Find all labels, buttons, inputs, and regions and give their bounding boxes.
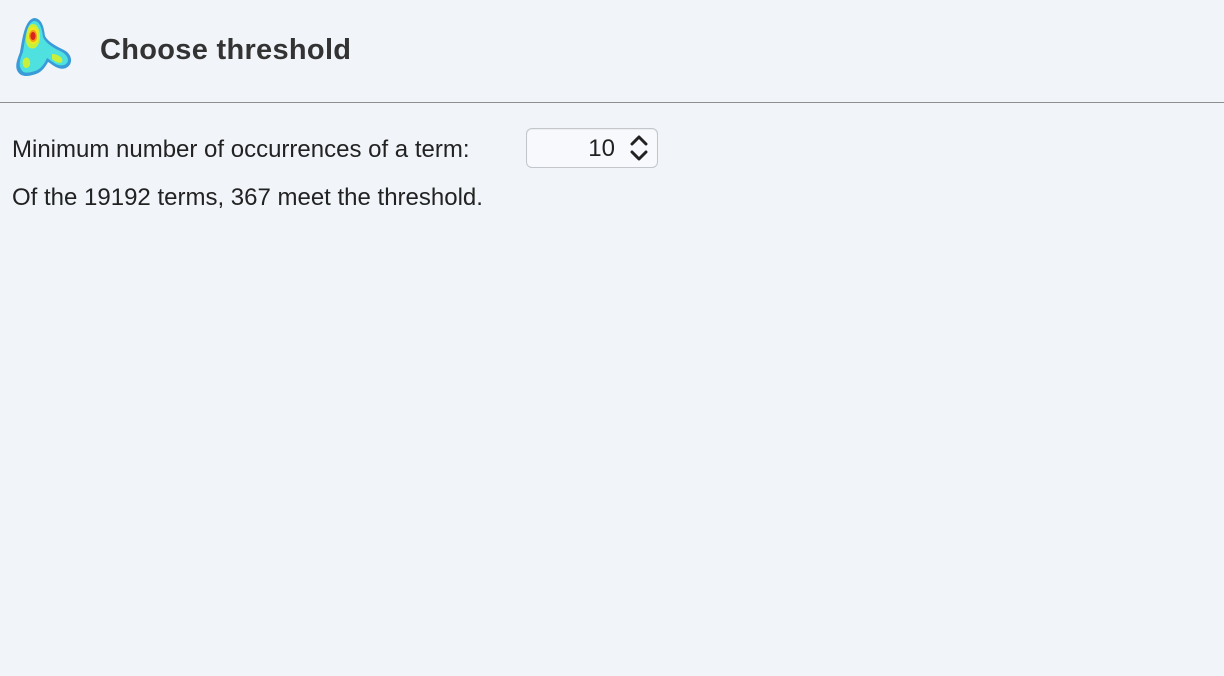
page-title: Choose threshold xyxy=(100,34,352,66)
threshold-result-text: Of the 19192 terms, 367 meet the thresho… xyxy=(12,184,483,211)
min-occurrences-label: Minimum number of occurrences of a term: xyxy=(12,136,470,163)
min-occurrences-value[interactable]: 10 xyxy=(588,135,615,163)
heatmap-logo-icon xyxy=(16,18,72,76)
wizard-header: Choose threshold xyxy=(0,0,1224,103)
min-occurrences-spinner[interactable]: 10 xyxy=(526,128,658,168)
stepper-arrows-icon[interactable] xyxy=(625,131,653,165)
